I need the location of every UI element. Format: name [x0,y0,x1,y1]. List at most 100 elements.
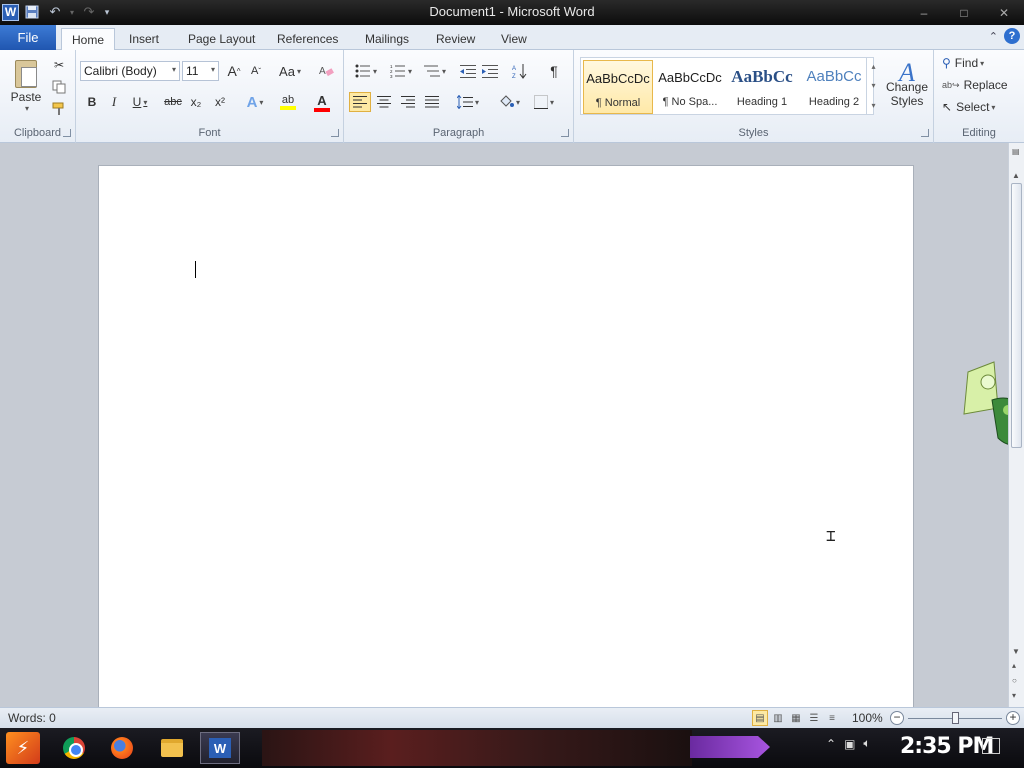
show-marks-button[interactable]: ¶ [544,61,564,81]
minimize-button[interactable]: – [904,0,944,25]
styles-launcher-icon[interactable] [921,129,929,137]
ruler-toggle-icon[interactable]: ▤ [1012,147,1020,156]
shrink-font-button[interactable]: Aˇ [246,61,266,81]
show-hidden-icons-icon[interactable]: ⌃ [826,737,836,751]
text-cursor [195,261,196,278]
underline-button[interactable]: U ▾ [128,92,152,112]
tab-insert[interactable]: Insert [119,28,169,50]
font-color-button[interactable]: A [308,92,336,112]
style-no-spacing[interactable]: AaBbCcDc ¶ No Spa... [655,60,725,114]
tab-review[interactable]: Review [426,28,485,50]
tab-view[interactable]: View [491,28,537,50]
more-styles-icon[interactable]: ▾ [871,101,875,110]
help-icon[interactable]: ? [1004,28,1020,44]
status-bar: Words: 0 ▤ ▥ ▦ ☰ ≡ 100% − + [0,707,1024,728]
draft-view-icon[interactable]: ≡ [824,710,840,726]
borders-icon[interactable]: ▾ [530,92,558,112]
next-page-icon[interactable]: ▾ [1012,691,1016,700]
word-count[interactable]: Words: 0 [8,711,56,725]
zoom-slider[interactable]: − + [890,711,1020,726]
notifications-icon[interactable] [982,738,1000,754]
decrease-indent-icon[interactable] [458,61,478,81]
style-heading-2[interactable]: AaBbCc Heading 2 [799,60,869,114]
text-effects-button[interactable]: A ▾ [242,92,268,112]
shading-icon[interactable]: ▾ [494,92,524,112]
taskbar-clock[interactable]: 2:35 PM [900,734,994,759]
paste-button[interactable]: Paste ▾ [6,54,46,116]
style-gallery: AaBbCcDc ¶ Normal AaBbCcDc ¶ No Spa... A… [580,57,874,115]
paragraph-launcher-icon[interactable] [561,129,569,137]
multilevel-list-icon[interactable]: ▾ [420,61,450,81]
firefox-taskbar-button[interactable] [102,732,142,764]
bullets-icon[interactable]: ▾ [352,61,380,81]
font-launcher-icon[interactable] [331,129,339,137]
justify-icon[interactable] [421,92,443,112]
chevron-up-icon[interactable]: ▴ [871,62,875,71]
cut-icon[interactable]: ✂ [50,56,68,74]
replace-button[interactable]: ab↪ Replace [942,76,1008,94]
scroll-down-icon[interactable]: ▼ [1012,647,1020,656]
highlight-button[interactable]: ab [274,92,302,112]
zoom-level[interactable]: 100% [852,711,883,725]
copy-icon[interactable] [50,78,68,96]
select-button[interactable]: ↖ Select ▾ [942,98,995,116]
underline-label: U [132,95,142,109]
subscript-button[interactable]: x₂ [186,92,206,112]
align-center-icon[interactable] [373,92,395,112]
clipboard-launcher-icon[interactable] [63,129,71,137]
italic-button[interactable]: I [104,92,124,112]
change-styles-button[interactable]: A Change Styles [884,54,930,120]
print-layout-view-icon[interactable]: ▤ [752,710,768,726]
grow-font-button[interactable]: A ^ [224,61,244,81]
change-styles-icon: A [899,58,915,87]
style-normal[interactable]: AaBbCcDc ¶ Normal [583,60,653,114]
svg-text:Z: Z [512,74,516,79]
font-size-combo[interactable]: 11 ▾ [182,61,219,81]
zoom-out-icon[interactable]: − [890,711,904,725]
bold-button[interactable]: B [82,92,102,112]
line-spacing-icon[interactable]: ▾ [454,92,482,112]
tab-references[interactable]: References [267,28,348,50]
maximize-button[interactable]: □ [944,0,984,25]
tab-mailings[interactable]: Mailings [355,28,419,50]
font-family-combo[interactable]: Calibri (Body) ▾ [80,61,180,81]
tab-home[interactable]: Home [61,28,116,51]
sort-icon[interactable]: AZ [510,61,530,81]
vertical-scrollbar[interactable]: ▤ ▲ ▼ ▴ ○ ▾ [1008,143,1024,707]
format-painter-icon[interactable] [50,100,68,118]
zoom-slider-knob[interactable] [952,712,959,724]
tab-file[interactable]: File [0,25,56,50]
change-case-button[interactable]: Aa ▾ [276,61,304,81]
clear-formatting-icon[interactable]: A [316,61,336,81]
strikethrough-button[interactable]: abc [162,92,184,112]
superscript-button[interactable]: x² [210,92,230,112]
browse-object-icon[interactable]: ○ [1012,676,1017,685]
font-size-value: 11 [186,64,199,78]
start-button-icon[interactable]: ⚡ [6,732,40,764]
align-left-icon[interactable] [349,92,371,112]
chrome-taskbar-button[interactable] [54,732,94,764]
tab-page-layout[interactable]: Page Layout [178,28,265,50]
web-layout-view-icon[interactable]: ▦ [788,710,804,726]
previous-page-icon[interactable]: ▴ [1012,661,1016,670]
document-page[interactable] [98,165,914,710]
explorer-taskbar-button[interactable] [152,732,192,764]
word-taskbar-button[interactable]: W [200,732,240,764]
volume-icon[interactable]: 🔈︎ [863,736,870,751]
find-button[interactable]: ⚲ Find ▾ [942,54,984,72]
style-gallery-scroll[interactable]: ▴ ▾ ▾ [866,57,880,115]
style-heading-1[interactable]: AaBbCc Heading 1 [727,60,797,114]
align-right-icon[interactable] [397,92,419,112]
minimize-ribbon-icon[interactable]: ⌃ [989,30,998,43]
outline-view-icon[interactable]: ☰ [806,710,822,726]
increase-indent-icon[interactable] [480,61,500,81]
numbering-icon[interactable]: 1 2 3 ▾ [386,61,416,81]
full-screen-reading-view-icon[interactable]: ▥ [770,710,786,726]
taskbar-decoration [690,736,770,758]
scrollbar-thumb[interactable] [1011,183,1022,448]
network-icon[interactable]: ▣ [844,737,855,751]
zoom-in-icon[interactable]: + [1006,711,1020,725]
close-button[interactable]: ✕ [984,0,1024,25]
chevron-down-icon[interactable]: ▾ [871,81,875,90]
scroll-up-icon[interactable]: ▲ [1012,171,1020,180]
